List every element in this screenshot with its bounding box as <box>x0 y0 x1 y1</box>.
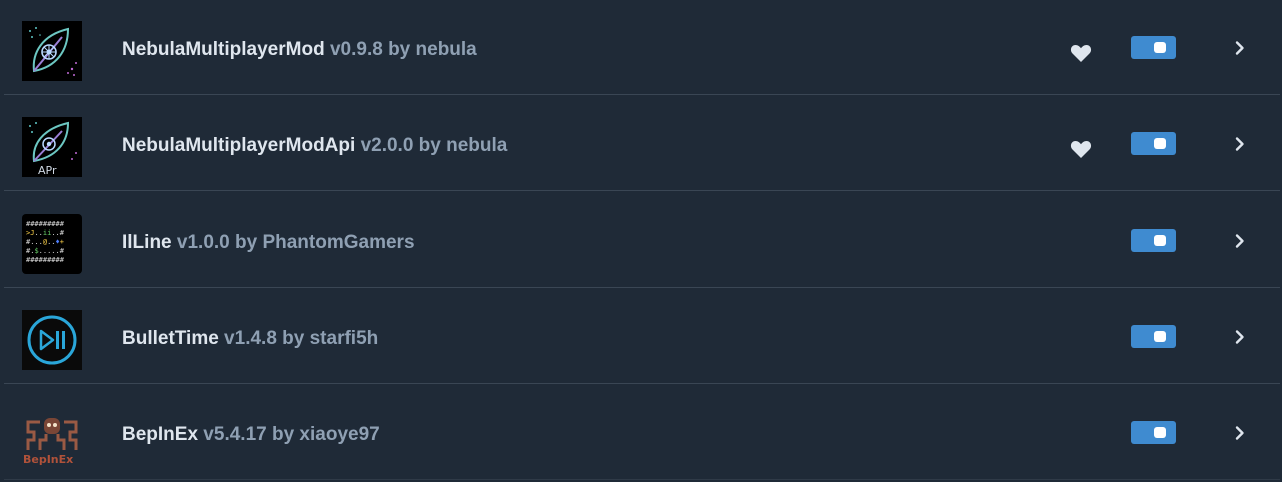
toggle-knob <box>1154 138 1166 149</box>
mod-row-nebula-multiplayer-mod-api[interactable]: APr NebulaMultiplayerModApi v2.0.0 by ne… <box>4 96 1280 191</box>
heart-icon[interactable] <box>1070 43 1092 63</box>
chevron-right-icon[interactable] <box>1232 329 1248 345</box>
mod-title: NebulaMultiplayerMod v0.9.8 by nebula <box>122 39 477 61</box>
mod-name: BepInEx <box>122 424 199 445</box>
mod-title: NebulaMultiplayerModApi v2.0.0 by nebula <box>122 135 507 157</box>
chevron-right-icon[interactable] <box>1232 40 1248 56</box>
mod-version-author: v0.9.8 by nebula <box>324 39 477 60</box>
enable-toggle[interactable] <box>1131 36 1176 59</box>
icon-bepinex-text: BepInEx <box>23 453 73 466</box>
nebula-api-icon: APr <box>22 117 82 177</box>
mod-list: NebulaMultiplayerMod v0.9.8 by nebula AP… <box>0 0 1282 482</box>
play-pause-icon <box>22 310 82 370</box>
mod-version-author: v1.4.8 by starfi5h <box>218 328 379 349</box>
mod-version-author: v5.4.17 by xiaoye97 <box>198 424 380 445</box>
nebula-icon <box>22 21 82 81</box>
enable-toggle[interactable] <box>1131 229 1176 252</box>
mod-row-bepinex[interactable]: BepInEx BepInEx v5.4.17 by xiaoye97 <box>4 385 1280 480</box>
icon-api-text: APr <box>38 164 57 177</box>
bepinex-icon: BepInEx <box>22 406 82 466</box>
mod-version-author: v2.0.0 by nebula <box>355 135 508 156</box>
mod-title: BepInEx v5.4.17 by xiaoye97 <box>122 424 380 446</box>
toggle-knob <box>1154 235 1166 246</box>
toggle-knob <box>1154 42 1166 53</box>
mod-name: IlLine <box>122 232 172 253</box>
mod-name: NebulaMultiplayerModApi <box>122 135 356 156</box>
chevron-right-icon[interactable] <box>1232 136 1248 152</box>
mod-name: NebulaMultiplayerMod <box>122 39 325 60</box>
toggle-knob <box>1154 427 1166 438</box>
mod-title: BulletTime v1.4.8 by starfi5h <box>122 328 378 350</box>
mod-name: BulletTime <box>122 328 219 349</box>
enable-toggle[interactable] <box>1131 325 1176 348</box>
mod-row-bullettime[interactable]: BulletTime v1.4.8 by starfi5h <box>4 289 1280 384</box>
mod-version-author: v1.0.0 by PhantomGamers <box>171 232 415 253</box>
mod-row-illine[interactable]: ######### >J..ii..# #...@..♦+ #.$.....# … <box>4 193 1280 288</box>
enable-toggle[interactable] <box>1131 132 1176 155</box>
ascii-grid-icon: ######### >J..ii..# #...@..♦+ #.$.....# … <box>22 214 82 274</box>
heart-icon[interactable] <box>1070 139 1092 159</box>
chevron-right-icon[interactable] <box>1232 425 1248 441</box>
enable-toggle[interactable] <box>1131 421 1176 444</box>
mod-row-nebula-multiplayer-mod[interactable]: NebulaMultiplayerMod v0.9.8 by nebula <box>4 0 1280 95</box>
mod-title: IlLine v1.0.0 by PhantomGamers <box>122 232 415 254</box>
toggle-knob <box>1154 331 1166 342</box>
chevron-right-icon[interactable] <box>1232 233 1248 249</box>
